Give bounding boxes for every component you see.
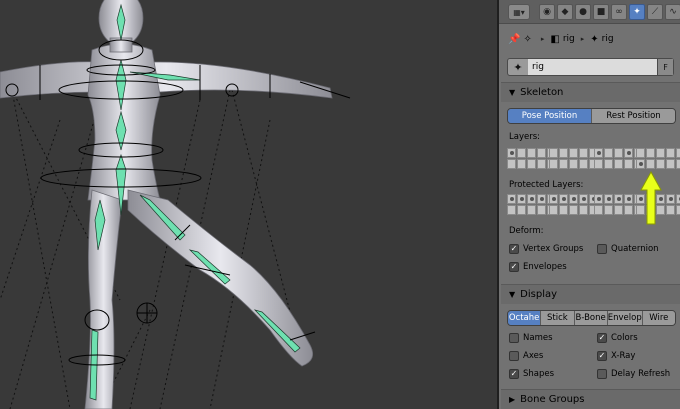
bone-constraint-icon[interactable]: ∿ bbox=[665, 4, 680, 20]
world-icon[interactable]: ● bbox=[575, 4, 591, 20]
checkbox-empty bbox=[597, 369, 607, 379]
skeleton-section-header[interactable]: ▼ Skeleton bbox=[501, 82, 680, 102]
armature-name-input[interactable] bbox=[528, 59, 657, 75]
layer-grid-d[interactable] bbox=[636, 148, 680, 169]
datablock-name-field: ✦ F bbox=[507, 58, 674, 76]
display-section-header[interactable]: ▼ Display bbox=[501, 284, 680, 304]
3d-viewport[interactable] bbox=[0, 0, 497, 409]
editor-type-button[interactable]: ▦▾ bbox=[508, 4, 530, 20]
checkbox-empty bbox=[597, 244, 607, 254]
protected-grid-b[interactable] bbox=[549, 194, 598, 215]
quaternion-checkbox[interactable]: Quaternion bbox=[597, 244, 659, 254]
armature-icon: ✦ bbox=[513, 60, 523, 74]
collapse-triangle-icon: ▼ bbox=[509, 88, 516, 97]
collapse-triangle-icon: ▼ bbox=[509, 290, 516, 299]
object-icon: ◧ bbox=[550, 33, 560, 45]
check-icon: ✓ bbox=[509, 369, 519, 379]
protected-layers-label: Protected Layers: bbox=[509, 180, 584, 190]
check-icon: ✓ bbox=[509, 244, 519, 254]
fake-user-button[interactable]: F bbox=[657, 59, 673, 75]
draw-wire-button[interactable]: Wire bbox=[642, 311, 675, 325]
highlight-arrow-icon bbox=[640, 170, 662, 225]
properties-header: ▦▾ ◉ ◆ ● ■ ∞ ✦ ⟋ ∿ bbox=[499, 0, 680, 24]
armature-icon: ✦ bbox=[590, 33, 599, 45]
body-mesh bbox=[0, 0, 333, 409]
armature-data-icon[interactable]: ✦ bbox=[629, 4, 645, 20]
display-header-label: Display bbox=[520, 289, 558, 300]
breadcrumb: 📌 ✧ ▸ ◧ rig ▸ ✦ rig bbox=[499, 28, 680, 50]
properties-panel: ▦▾ ◉ ◆ ● ■ ∞ ✦ ⟋ ∿ 📌 ✧ ▸ ◧ rig ▸ ✦ rig ✦… bbox=[497, 0, 680, 409]
draw-octahedral-button[interactable]: Octahe bbox=[508, 311, 542, 325]
checkbox-empty bbox=[509, 351, 519, 361]
deform-label: Deform: bbox=[509, 226, 544, 236]
object-icon[interactable]: ■ bbox=[593, 4, 609, 20]
render-icon[interactable]: ◉ bbox=[539, 4, 555, 20]
breadcrumb-armature-name: rig bbox=[601, 34, 614, 44]
vertex-groups-checkbox[interactable]: ✓ Vertex Groups bbox=[509, 244, 583, 254]
xray-label: X-Ray bbox=[611, 351, 636, 361]
axes-checkbox[interactable]: Axes bbox=[509, 351, 543, 361]
pose-position-button[interactable]: Pose Position bbox=[508, 109, 592, 123]
delay-refresh-label: Delay Refresh bbox=[611, 369, 671, 379]
draw-bbone-button[interactable]: B-Bone bbox=[574, 311, 608, 325]
bone-groups-header-label: Bone Groups bbox=[520, 394, 585, 405]
check-icon: ✓ bbox=[597, 333, 607, 343]
shapes-checkbox[interactable]: ✓ Shapes bbox=[509, 369, 554, 379]
armature-figure bbox=[0, 0, 351, 409]
quaternion-label: Quaternion bbox=[611, 244, 659, 254]
layers-label: Layers: bbox=[509, 132, 540, 142]
rest-position-button[interactable]: Rest Position bbox=[592, 109, 675, 123]
check-icon: ✓ bbox=[597, 351, 607, 361]
colors-checkbox[interactable]: ✓ Colors bbox=[597, 333, 638, 343]
scene-icon: ✧ bbox=[523, 33, 532, 45]
check-icon: ✓ bbox=[509, 262, 519, 272]
envelopes-checkbox[interactable]: ✓ Envelopes bbox=[509, 262, 567, 272]
names-checkbox[interactable]: Names bbox=[509, 333, 553, 343]
draw-stick-button[interactable]: Stick bbox=[541, 311, 575, 325]
envelopes-label: Envelopes bbox=[523, 262, 567, 272]
arm-bones bbox=[39, 65, 351, 341]
checkbox-empty bbox=[509, 333, 519, 343]
xray-checkbox[interactable]: ✓ X-Ray bbox=[597, 351, 635, 361]
breadcrumb-object-name: rig bbox=[562, 34, 575, 44]
skeleton-header-label: Skeleton bbox=[520, 87, 564, 98]
axes-label: Axes bbox=[523, 351, 544, 361]
constraint-icon[interactable]: ∞ bbox=[611, 4, 627, 20]
expand-triangle-icon: ▶ bbox=[509, 395, 516, 404]
vertex-groups-label: Vertex Groups bbox=[523, 244, 584, 254]
chevron-right-icon: ▸ bbox=[580, 35, 585, 43]
draw-envelope-button[interactable]: Envelop bbox=[607, 311, 643, 325]
shapes-label: Shapes bbox=[523, 369, 555, 379]
bone-icon[interactable]: ⟋ bbox=[647, 4, 663, 20]
pin-icon[interactable]: 📌 bbox=[508, 34, 520, 45]
position-toggle: Pose Position Rest Position bbox=[507, 108, 676, 124]
bone-groups-section-header[interactable]: ▶ Bone Groups bbox=[501, 389, 680, 409]
layer-grid-b[interactable] bbox=[549, 148, 598, 169]
scene-icon[interactable]: ◆ bbox=[557, 4, 573, 20]
draw-type-selector: Octahe Stick B-Bone Envelop Wire bbox=[507, 310, 676, 326]
colors-label: Colors bbox=[611, 333, 638, 343]
delay-refresh-checkbox[interactable]: Delay Refresh bbox=[597, 369, 670, 379]
names-label: Names bbox=[523, 333, 553, 343]
chevron-right-icon: ▸ bbox=[540, 35, 545, 43]
